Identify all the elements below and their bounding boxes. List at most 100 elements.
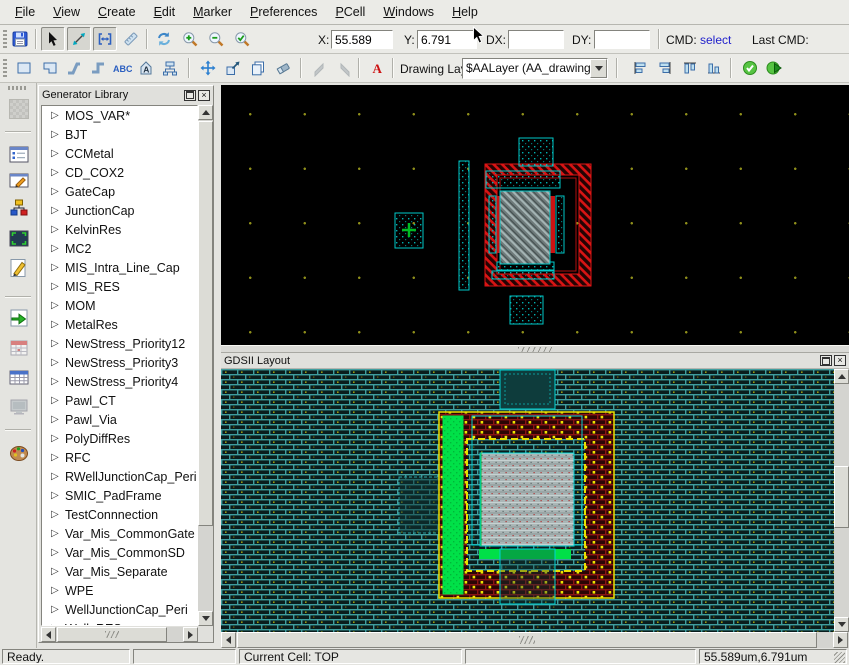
tree-item[interactable]: ▷ MIS_Intra_Line_Cap [42, 258, 197, 277]
layer-palette-button[interactable] [4, 439, 33, 466]
horizontal-splitter[interactable] [221, 345, 849, 353]
align-top-button[interactable] [678, 56, 702, 80]
tree-item[interactable]: ▷ MOM [42, 296, 197, 315]
tree-item[interactable]: ▷ WPE [42, 581, 197, 600]
menu-item[interactable]: Edit [145, 2, 185, 22]
expander-icon[interactable]: ▷ [51, 148, 65, 159]
cell-list-button[interactable] [4, 141, 33, 168]
tree-item[interactable]: ▷ MOS_VAR* [42, 106, 197, 125]
tree-item[interactable]: ▷ CD_COX2 [42, 163, 197, 182]
expander-icon[interactable]: ▷ [51, 490, 65, 501]
expander-icon[interactable]: ▷ [51, 262, 65, 273]
expander-icon[interactable]: ▷ [51, 547, 65, 558]
shear-right-button-disabled[interactable] [332, 56, 356, 80]
tree-item[interactable]: ▷ Var_Mis_CommonSD [42, 543, 197, 562]
expander-icon[interactable]: ▷ [51, 623, 65, 626]
layout-canvas[interactable] [221, 85, 849, 345]
menu-item[interactable]: File [6, 2, 44, 22]
expander-icon[interactable]: ▷ [51, 357, 65, 368]
tree-item[interactable]: ▷ Well_RES [42, 619, 197, 626]
expander-icon[interactable]: ▷ [51, 300, 65, 311]
gdsii-horizontal-scrollbar[interactable] [221, 632, 849, 648]
shear-left-button-disabled[interactable] [308, 56, 332, 80]
align-right-button[interactable] [653, 56, 677, 80]
toolbar-drag-handle[interactable] [3, 30, 7, 49]
scroll-left-button[interactable] [41, 627, 56, 642]
import-button[interactable] [4, 304, 33, 331]
save-button[interactable] [8, 27, 32, 51]
calendar-button-disabled[interactable] [4, 334, 33, 361]
move-tool-button[interactable] [196, 56, 220, 80]
tree-item[interactable]: ▷ BJT [42, 125, 197, 144]
scrollbar-thumb[interactable] [237, 632, 817, 648]
drawing-layer-combobox[interactable]: $AALayer (AA_drawing [462, 58, 608, 79]
rectangle-tool-button[interactable] [12, 56, 36, 80]
monitor-button-disabled[interactable] [4, 393, 33, 420]
gdsii-canvas[interactable] [221, 369, 834, 632]
tree-item[interactable]: ▷ CCMetal [42, 144, 197, 163]
tree-item[interactable]: ▷ Pawl_Via [42, 410, 197, 429]
menu-item[interactable]: Help [443, 2, 487, 22]
expander-icon[interactable]: ▷ [51, 243, 65, 254]
dx-field[interactable] [508, 30, 564, 49]
menu-item[interactable]: PCell [326, 2, 374, 22]
dropdown-arrow-icon[interactable] [590, 59, 607, 78]
menu-item[interactable]: Marker [184, 2, 241, 22]
float-window-button[interactable] [184, 90, 196, 101]
close-window-button[interactable]: × [834, 355, 846, 366]
label-tool-button[interactable]: A [134, 56, 158, 80]
scrollbar-thumb[interactable] [198, 121, 213, 526]
run-generate-button[interactable] [762, 56, 786, 80]
expander-icon[interactable]: ▷ [51, 452, 65, 463]
stretch-tool-button[interactable] [221, 56, 245, 80]
expander-icon[interactable]: ▷ [51, 433, 65, 444]
expander-icon[interactable]: ▷ [51, 129, 65, 140]
refresh-button[interactable] [152, 27, 176, 51]
align-bottom-button[interactable] [702, 56, 726, 80]
resize-grip-icon[interactable] [834, 652, 845, 663]
menu-item[interactable]: Preferences [241, 2, 326, 22]
tree-item[interactable]: ▷ MetalRes [42, 315, 197, 334]
expander-icon[interactable]: ▷ [51, 110, 65, 121]
text-label-tool-button[interactable]: ABC [110, 56, 134, 80]
tree-item[interactable]: ▷ PolyDiffRes [42, 429, 197, 448]
library-vertical-scrollbar[interactable] [198, 105, 213, 626]
expander-icon[interactable]: ▷ [51, 566, 65, 577]
table-button[interactable] [4, 364, 33, 391]
menu-item[interactable]: View [44, 2, 89, 22]
menu-item[interactable]: Create [89, 2, 145, 22]
expander-icon[interactable]: ▷ [51, 319, 65, 330]
x-coordinate-field[interactable] [331, 30, 393, 49]
tree-item[interactable]: ▷ KelvinRes [42, 220, 197, 239]
instance-tool-button[interactable] [158, 56, 182, 80]
scrollbar-thumb[interactable] [834, 466, 849, 528]
wire-tool-button[interactable] [86, 56, 110, 80]
y-coordinate-field[interactable] [417, 30, 477, 49]
zoom-in-button[interactable] [178, 27, 202, 51]
toolbar-drag-handle[interactable] [3, 59, 7, 78]
tree-item[interactable]: ▷ JunctionCap [42, 201, 197, 220]
tree-item[interactable]: ▷ WellJunctionCap_Peri [42, 600, 197, 619]
dy-field[interactable] [594, 30, 650, 49]
scroll-down-button[interactable] [198, 611, 213, 626]
zoom-out-button[interactable] [204, 27, 228, 51]
expander-icon[interactable]: ▷ [51, 186, 65, 197]
edit-cell-button[interactable] [4, 167, 33, 194]
erase-tool-button[interactable] [271, 56, 295, 80]
expander-icon[interactable]: ▷ [51, 281, 65, 292]
menu-item[interactable]: Windows [374, 2, 443, 22]
path-tool-button[interactable] [62, 56, 86, 80]
ruler-tool-button[interactable] [119, 27, 143, 51]
tree-item[interactable]: ▷ MIS_RES [42, 277, 197, 296]
gdsii-vertical-scrollbar[interactable] [834, 369, 849, 632]
expander-icon[interactable]: ▷ [51, 224, 65, 235]
new-cell-button-disabled[interactable] [4, 95, 33, 122]
expander-icon[interactable]: ▷ [51, 338, 65, 349]
stretch-brackets-button[interactable] [93, 27, 117, 51]
fit-view-button[interactable] [4, 225, 33, 252]
tree-item[interactable]: ▷ NewStress_Priority3 [42, 353, 197, 372]
scroll-left-button[interactable] [221, 632, 236, 648]
tree-item[interactable]: ▷ NewStress_Priority4 [42, 372, 197, 391]
expander-icon[interactable]: ▷ [51, 585, 65, 596]
expander-icon[interactable]: ▷ [51, 395, 65, 406]
